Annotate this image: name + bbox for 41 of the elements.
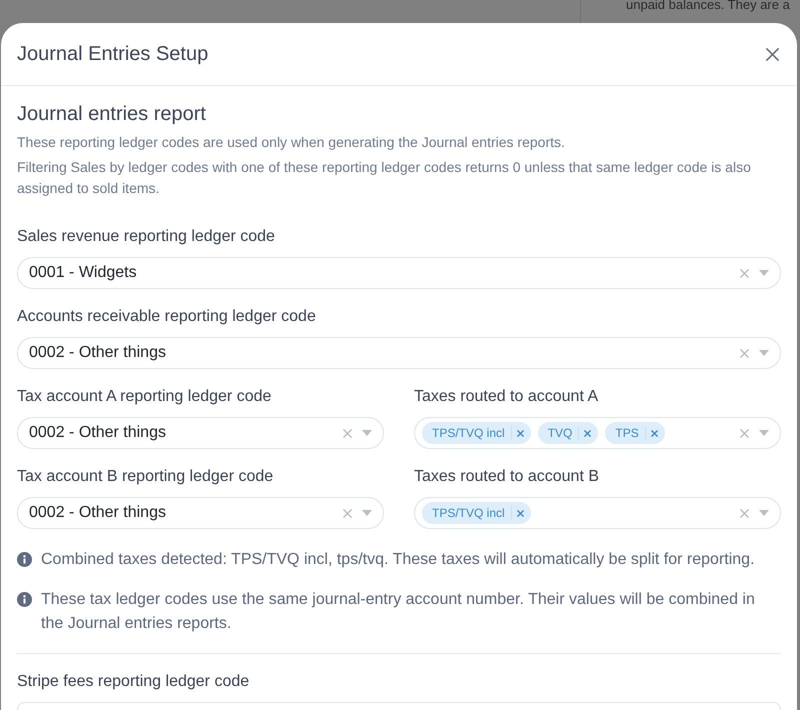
select-field[interactable]: 0002 - Other things bbox=[17, 337, 781, 369]
field-label: Taxes routed to account B bbox=[414, 467, 600, 487]
info-note: These tax ledger codes use the same journal-entry account number. Their values will be combined in the Journal entries reports. bbox=[41, 590, 756, 634]
caret-icon[interactable] bbox=[759, 350, 769, 356]
info-icon bbox=[17, 552, 32, 567]
caret-icon[interactable] bbox=[362, 510, 372, 516]
select-field[interactable]: 0002 - Other things bbox=[17, 417, 384, 449]
tag-label: TPS/TVQ incl bbox=[432, 507, 505, 519]
tag-label: TVQ bbox=[548, 427, 572, 439]
dialog-title: Journal Entries Setup bbox=[17, 42, 208, 67]
clear-icon[interactable] bbox=[740, 508, 749, 518]
x-icon bbox=[584, 430, 592, 436]
section-heading: Journal entries report bbox=[17, 102, 207, 127]
info-icon bbox=[17, 592, 32, 607]
x-icon bbox=[516, 430, 524, 436]
clear-icon[interactable] bbox=[740, 348, 749, 358]
x-icon bbox=[516, 510, 524, 516]
caret-icon[interactable] bbox=[362, 430, 372, 436]
field-label: Taxes routed to account A bbox=[414, 387, 600, 407]
section-description: Filtering Sales by ledger codes with one of these reporting ledger codes returns 0 unless that same ledger code is also assigned to sold items. bbox=[17, 158, 752, 198]
select-field[interactable]: 0002 - Other things bbox=[17, 497, 384, 529]
field-label: Sales revenue reporting ledger code bbox=[17, 227, 276, 247]
clear-icon[interactable] bbox=[343, 428, 352, 438]
x-icon bbox=[650, 430, 658, 436]
caret-icon[interactable] bbox=[759, 510, 769, 516]
section-description: These reporting ledger codes are used only when generating the Journal entries reports. bbox=[17, 133, 566, 152]
caret-icon[interactable] bbox=[759, 430, 769, 436]
field-label: Stripe fees reporting ledger code bbox=[17, 672, 250, 692]
close-icon bbox=[766, 48, 779, 60]
select-field[interactable]: 0001 - Widgets bbox=[17, 257, 781, 289]
info-note: Combined taxes detected: TPS/TVQ incl, tps/tvq. These taxes will automatically be split for reporting. bbox=[41, 550, 755, 570]
tag-label: TPS bbox=[615, 427, 639, 439]
field-label: Tax account B reporting ledger code bbox=[17, 467, 274, 487]
clear-icon[interactable] bbox=[740, 268, 749, 278]
clear-icon[interactable] bbox=[740, 428, 749, 438]
select-field[interactable] bbox=[17, 702, 781, 710]
clear-icon[interactable] bbox=[343, 508, 352, 518]
field-label: Accounts receivable reporting ledger code bbox=[17, 307, 317, 327]
tag-label: TPS/TVQ incl bbox=[432, 427, 505, 439]
caret-icon[interactable] bbox=[759, 270, 769, 276]
field-label: Tax account A reporting ledger code bbox=[17, 387, 272, 407]
